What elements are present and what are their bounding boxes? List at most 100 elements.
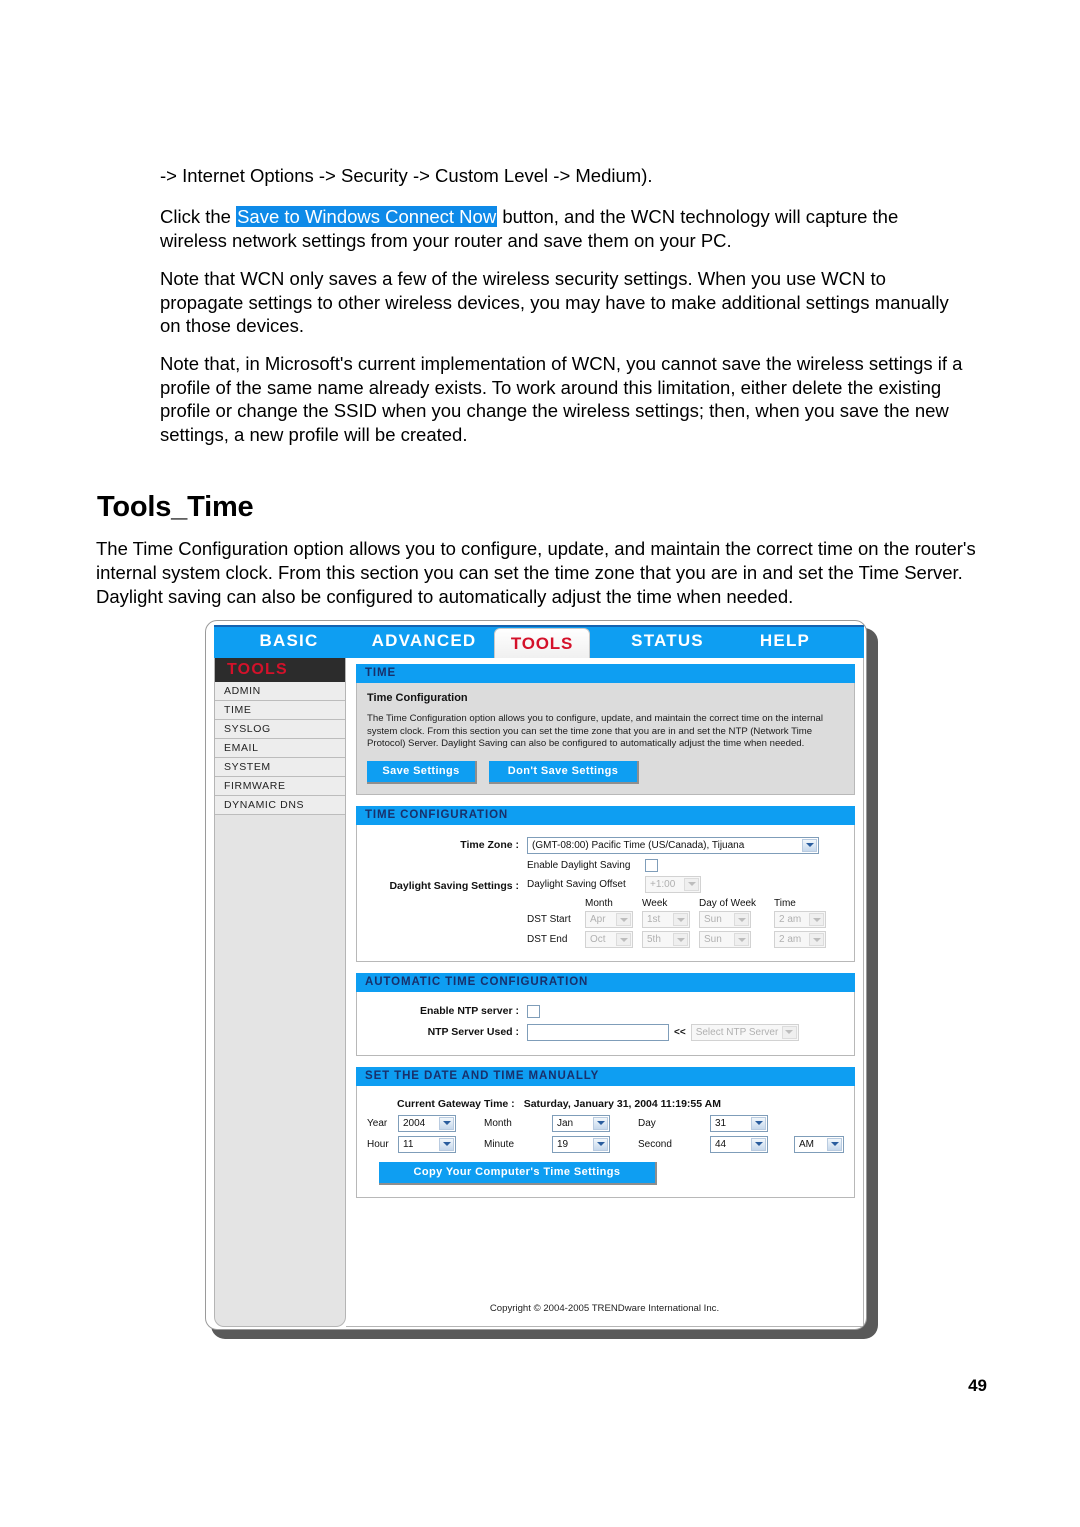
month-label: Month <box>484 1117 512 1129</box>
dst-end-day-value: Sun <box>704 934 722 946</box>
ntp-server-used-label: NTP Server Used : <box>427 1026 519 1039</box>
dst-end-week-value: 5th <box>647 934 661 946</box>
day-select[interactable]: 31 <box>710 1114 768 1132</box>
date-row: Year 2004 Month Jan Day 31 <box>367 1114 844 1132</box>
minute-value: 19 <box>557 1138 569 1150</box>
timezone-select[interactable]: (GMT-08:00) Pacific Time (US/Canada), Ti… <box>527 836 819 854</box>
timezone-value: (GMT-08:00) Pacific Time (US/Canada), Ti… <box>532 839 745 851</box>
panel-automatic-time-configuration-header: AUTOMATIC TIME CONFIGURATION <box>356 972 855 992</box>
sidebar-item-email[interactable]: EMAIL <box>215 739 345 758</box>
daylight-saving-controls: Enable Daylight Saving Daylight Saving O… <box>527 858 844 949</box>
month-value: Jan <box>557 1117 574 1129</box>
chevron-down-icon <box>593 1137 608 1151</box>
chevron-down-icon <box>616 933 631 947</box>
dst-end-week-select[interactable]: 5th <box>642 931 690 949</box>
enable-ntp-server-checkbox[interactable] <box>527 1004 540 1018</box>
panel-manual-date-time-body: Current Gateway Time : Saturday, January… <box>356 1085 855 1198</box>
panel-manual-date-time-header: SET THE DATE AND TIME MANUALLY <box>356 1066 855 1086</box>
tab-status[interactable]: STATUS <box>600 631 735 658</box>
tab-tools[interactable]: TOOLS <box>494 628 590 658</box>
sidebar-item-time[interactable]: TIME <box>215 701 345 720</box>
enable-ntp-server-label: Enable NTP server : <box>419 1005 519 1018</box>
select-ntp-server-value: Select NTP Server <box>695 1026 779 1038</box>
chevron-down-icon <box>616 913 631 927</box>
paragraph-wcn-note-2: Note that, in Microsoft's current implem… <box>160 353 963 445</box>
hour-value: 11 <box>403 1138 414 1150</box>
dst-end-time-select[interactable]: 2 am <box>774 931 826 949</box>
ntp-server-input[interactable] <box>527 1023 669 1041</box>
ampm-select[interactable]: AM <box>794 1135 844 1153</box>
arrows-label: << <box>674 1026 686 1038</box>
top-navigation-bar: BASIC ADVANCED TOOLS STATUS HELP <box>214 625 864 658</box>
chevron-down-icon <box>439 1116 454 1130</box>
month-select[interactable]: Jan <box>552 1114 610 1132</box>
tab-help[interactable]: HELP <box>735 631 835 658</box>
panel-time-configuration-header: TIME CONFIGURATION <box>356 805 855 825</box>
paragraph-wcn-note-1: Note that WCN only saves a few of the wi… <box>160 268 949 336</box>
dst-end-row: DST End Oct 5th Sun 2 am <box>527 931 844 949</box>
router-body: TOOLS ADMIN TIME SYSLOG EMAIL SYSTEM FIR… <box>214 658 864 1327</box>
dst-start-time-select[interactable]: 2 am <box>774 911 826 929</box>
chevron-down-icon <box>673 913 688 927</box>
daylight-saving-offset-select[interactable]: +1:00 <box>645 875 701 893</box>
paragraph-text-before: Click the <box>160 206 237 227</box>
second-select[interactable]: 44 <box>710 1135 768 1153</box>
page-number: 49 <box>968 1376 987 1395</box>
chevron-down-icon <box>809 913 824 927</box>
hour-label: Hour <box>367 1138 389 1150</box>
chevron-down-icon <box>673 933 688 947</box>
paragraph-internet-options: -> Internet Options -> Security -> Custo… <box>160 165 653 186</box>
year-label: Year <box>367 1117 388 1129</box>
chevron-down-icon <box>781 1025 797 1039</box>
sidebar-item-firmware[interactable]: FIRMWARE <box>215 777 345 796</box>
second-label: Second <box>638 1138 672 1150</box>
dst-start-day-select[interactable]: Sun <box>699 911 751 929</box>
dst-start-month-select[interactable]: Apr <box>585 911 633 929</box>
chevron-down-icon <box>439 1137 454 1151</box>
dst-end-label: DST End <box>527 934 568 946</box>
sidebar-item-dynamic-dns[interactable]: DYNAMIC DNS <box>215 796 345 815</box>
dst-start-label: DST Start <box>527 914 571 926</box>
sidebar: TOOLS ADMIN TIME SYSLOG EMAIL SYSTEM FIR… <box>214 658 346 1327</box>
sidebar-item-system[interactable]: SYSTEM <box>215 758 345 777</box>
dst-start-time-value: 2 am <box>779 914 802 926</box>
main-content: TIME Time Configuration The Time Configu… <box>346 658 864 1327</box>
document-page: -> Internet Options -> Security -> Custo… <box>0 0 1080 1527</box>
dst-end-month-select[interactable]: Oct <box>585 931 633 949</box>
dst-start-week-select[interactable]: 1st <box>642 911 690 929</box>
dst-start-month-value: Apr <box>590 914 606 926</box>
copy-computer-time-button[interactable]: Copy Your Computer's Time Settings <box>379 1161 657 1185</box>
daylight-saving-settings-label: Daylight Saving Settings : <box>389 879 519 892</box>
paragraph-wcn-click: Click the Save to Windows Connect Now bu… <box>160 205 970 252</box>
time-row: Hour 11 Minute 19 Second 44 AM <box>367 1135 844 1153</box>
year-value: 2004 <box>403 1117 426 1129</box>
time-configuration-subheading: Time Configuration <box>367 692 468 704</box>
chevron-down-icon <box>593 1116 608 1130</box>
sidebar-heading: TOOLS <box>215 658 345 682</box>
panel-time-header: TIME <box>356 664 855 683</box>
save-settings-button[interactable]: Save Settings <box>367 760 477 784</box>
tab-basic[interactable]: BASIC <box>224 631 354 658</box>
column-header-week: Week <box>642 897 668 909</box>
router-ui-window: BASIC ADVANCED TOOLS STATUS HELP TOOLS A… <box>205 620 867 1330</box>
hour-select[interactable]: 11 <box>398 1135 456 1153</box>
dst-end-month-value: Oct <box>590 934 606 946</box>
chevron-down-icon <box>827 1137 842 1151</box>
time-panel-button-row: Save Settings Don't Save Settings <box>367 760 844 784</box>
panel-time: TIME Time Configuration The Time Configu… <box>356 664 855 795</box>
enable-daylight-saving-checkbox[interactable] <box>645 858 658 872</box>
chevron-down-icon <box>684 877 699 891</box>
column-header-time: Time <box>774 897 796 909</box>
column-header-day-of-week: Day of Week <box>699 897 757 909</box>
dont-save-settings-button[interactable]: Don't Save Settings <box>489 760 639 784</box>
sidebar-item-syslog[interactable]: SYSLOG <box>215 720 345 739</box>
minute-select[interactable]: 19 <box>552 1135 610 1153</box>
chevron-down-icon <box>751 1116 766 1130</box>
sidebar-item-admin[interactable]: ADMIN <box>215 682 345 701</box>
daylight-saving-offset-label: Daylight Saving Offset <box>527 878 626 890</box>
dst-end-day-select[interactable]: Sun <box>699 931 751 949</box>
panel-automatic-time-configuration-body: Enable NTP server : NTP Server Used : <<… <box>356 991 855 1056</box>
year-select[interactable]: 2004 <box>398 1114 456 1132</box>
select-ntp-server-dropdown[interactable]: Select NTP Server <box>690 1023 799 1041</box>
tab-advanced[interactable]: ADVANCED <box>354 631 494 658</box>
